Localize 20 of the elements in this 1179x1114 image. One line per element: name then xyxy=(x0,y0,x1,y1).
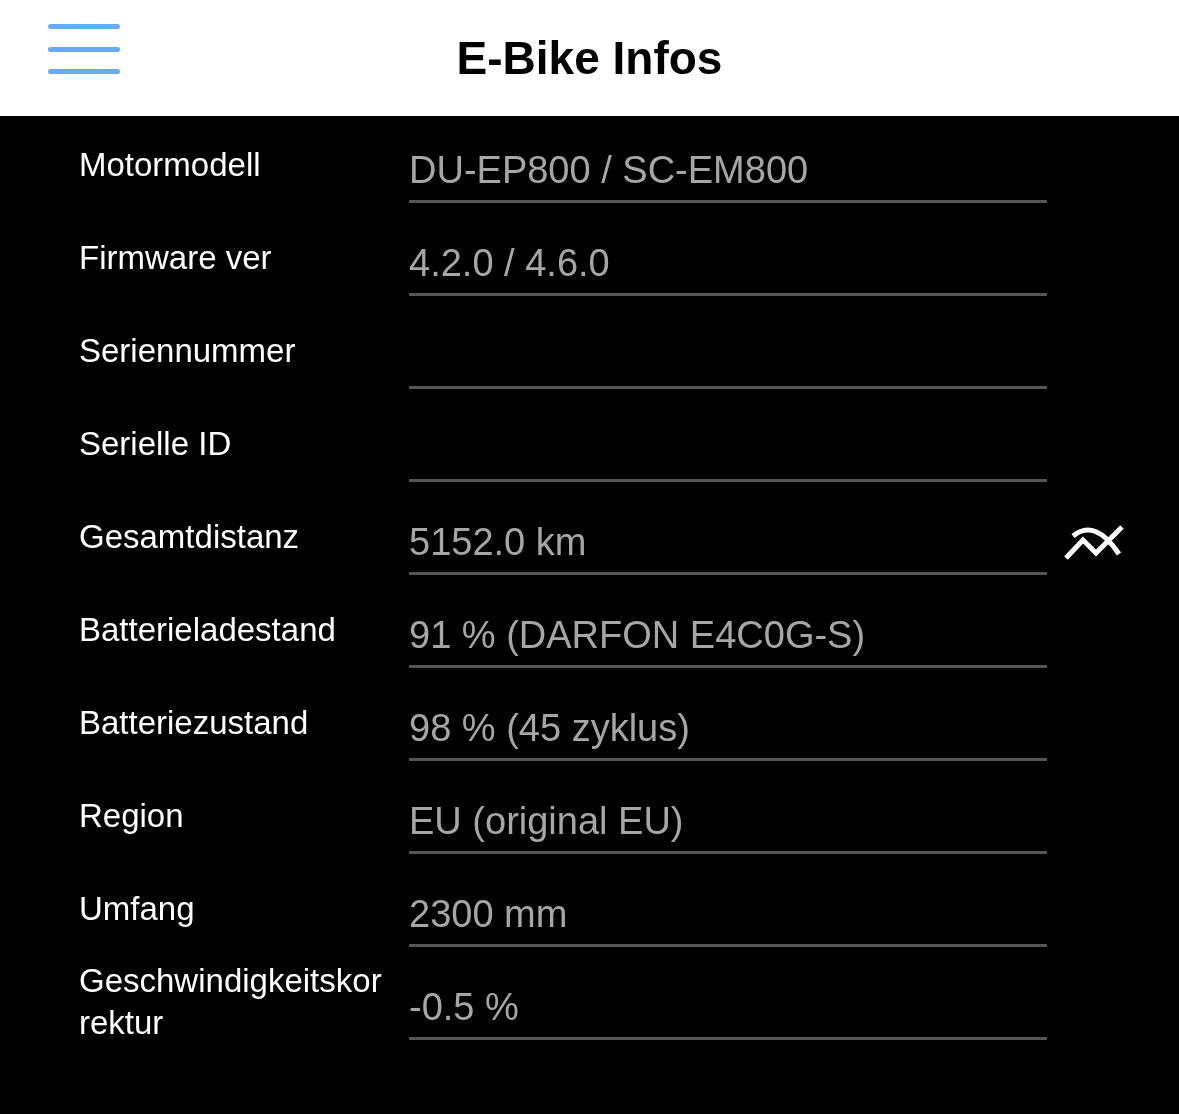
input-field[interactable]: 2300 mm xyxy=(409,884,1047,947)
field-label: Serielle ID xyxy=(79,423,233,464)
input-field[interactable]: 98 % (45 zyklus) xyxy=(409,698,1047,761)
page-title: E-Bike Infos xyxy=(456,30,723,86)
field-label: Firmware ver xyxy=(79,237,273,278)
field-label: Geschwindigkeitskorrektur xyxy=(79,960,383,1043)
input-field[interactable]: 5152.0 km xyxy=(409,512,1047,575)
menu-icon[interactable] xyxy=(48,24,120,74)
field-label: Gesamtdistanz xyxy=(79,516,301,557)
input-field[interactable]: 4.2.0 / 4.6.0 xyxy=(409,233,1047,296)
field-label: Motormodell xyxy=(79,144,262,185)
input-field[interactable]: 91 % (DARFON E4C0G-S) xyxy=(409,605,1047,668)
input-field[interactable]: -0.5 % xyxy=(409,977,1047,1040)
field-label: Umfang xyxy=(79,888,196,929)
field-label: Batterieladestand xyxy=(79,609,337,650)
input-field[interactable]: DU-EP800 / SC-EM800 xyxy=(409,140,1047,203)
field-label: Batteriezustand xyxy=(79,702,310,743)
field-label: Region xyxy=(79,795,185,836)
input-field[interactable]: EU (original EU) xyxy=(409,791,1047,854)
field-label: Seriennummer xyxy=(79,330,297,371)
